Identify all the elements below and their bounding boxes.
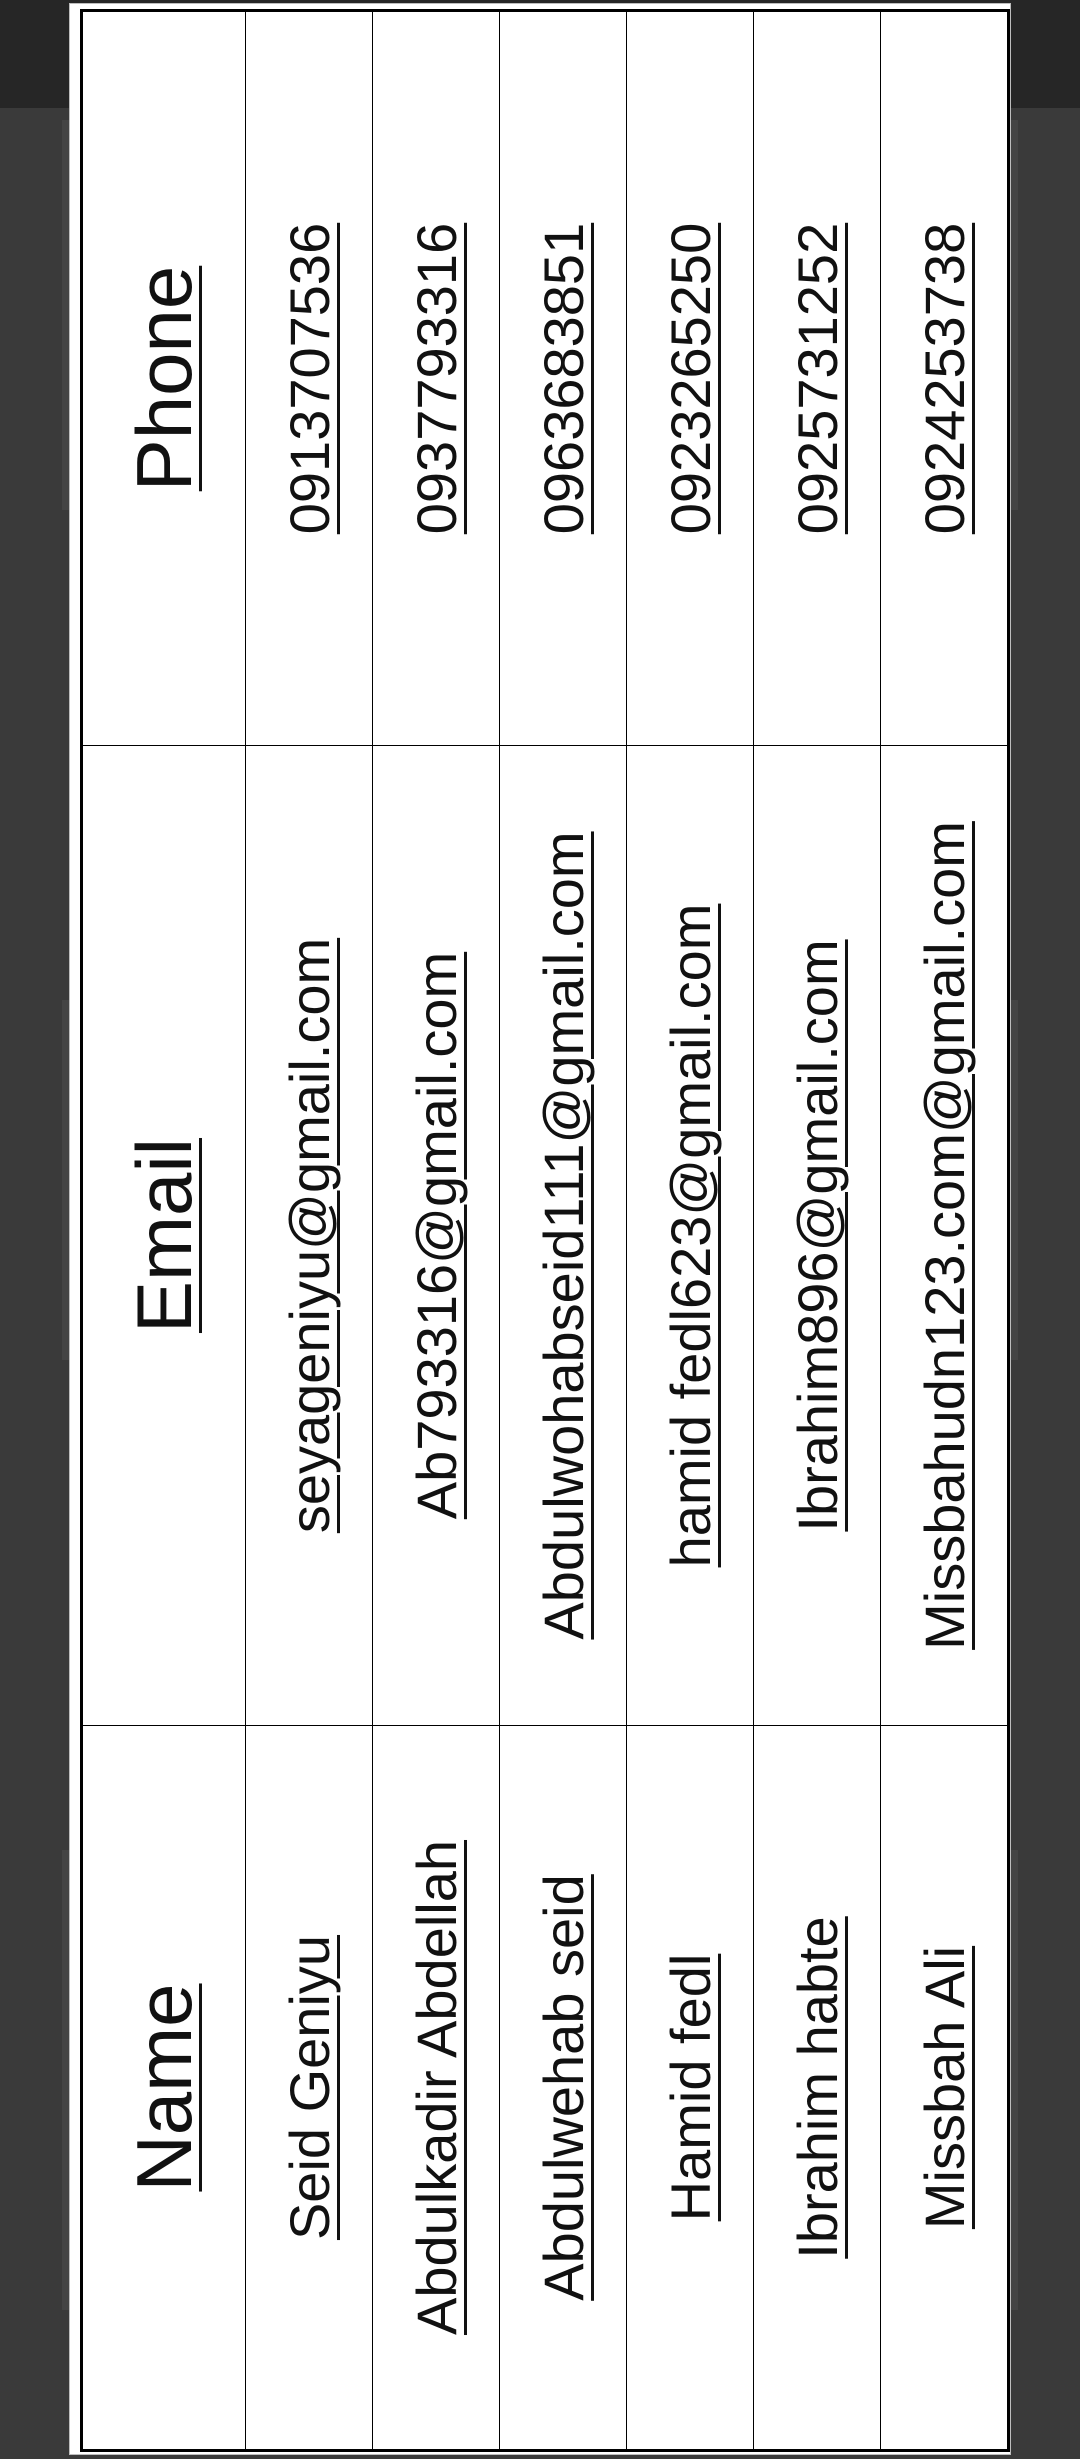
table-row: Seid Geniyu seyageniyu@gmail.com 0913707… [245,10,373,2451]
table-header-row: Name Email Phone [81,10,246,2451]
phone-text: 0913707536 [277,222,341,535]
phone-cell: 0937793316 [372,10,500,746]
email-cell: Ibrahim896@gmail.com [753,745,881,1726]
column-header-name: Name [81,1725,246,2451]
name-cell: Ibrahim habte [753,1725,881,2451]
table-row: Hamid fedl hamid fedl623@gmail.com 09232… [626,10,754,2451]
phone-cell: 0913707536 [245,10,373,746]
email-cell: Missbahudn123.com@gmail.com [880,745,1009,1726]
phone-cell: 0925731252 [753,10,881,746]
rotated-table-wrapper: Name Email Phone Seid Geniyu seyageniyu@… [80,9,1010,2452]
name-cell: Abdulkadir Abdellah [372,1725,500,2451]
header-label: Phone [119,265,208,492]
table-row: Missbah Ali Missbahudn123.com@gmail.com … [880,10,1009,2451]
phone-text: 0963683851 [531,222,595,535]
email-text: Ibrahim896@gmail.com [785,939,849,1532]
phone-cell: 0963683851 [499,10,627,746]
table-row: Abdulwehab seid Abdulwohabseid111@gmail.… [499,10,627,2451]
phone-text: 0925731252 [785,222,849,535]
email-text: hamid fedl623@gmail.com [658,903,722,1568]
phone-cell: 0923265250 [626,10,754,746]
document-page: Name Email Phone Seid Geniyu seyageniyu@… [70,4,1010,2454]
email-cell: hamid fedl623@gmail.com [626,745,754,1726]
email-text: Ab793316@gmail.com [404,951,468,1520]
name-text: Missbah Ali [912,1945,976,2230]
name-cell: Hamid fedl [626,1725,754,2451]
phone-text: 0924253738 [912,222,976,535]
email-text: Abdulwohabseid111@gmail.com [531,831,595,1640]
name-cell: Seid Geniyu [245,1725,373,2451]
name-text: Ibrahim habte [785,1916,849,2259]
phone-text: 0937793316 [404,222,468,535]
table-row: Ibrahim habte Ibrahim896@gmail.com 09257… [753,10,881,2451]
column-header-phone: Phone [81,10,246,746]
table-row: Abdulkadir Abdellah Ab793316@gmail.com 0… [372,10,500,2451]
column-header-email: Email [81,745,246,1726]
name-text: Abdulwehab seid [531,1874,595,2301]
phone-text: 0923265250 [658,222,722,535]
email-cell: seyageniyu@gmail.com [245,745,373,1726]
name-text: Seid Geniyu [277,1934,341,2241]
name-text: Abdulkadir Abdellah [404,1839,468,2336]
name-cell: Missbah Ali [880,1725,1009,2451]
email-cell: Abdulwohabseid111@gmail.com [499,745,627,1726]
email-text: seyageniyu@gmail.com [277,937,341,1534]
name-cell: Abdulwehab seid [499,1725,627,2451]
header-label: Name [119,1983,208,2192]
contacts-table: Name Email Phone Seid Geniyu seyageniyu@… [80,9,1010,2452]
email-cell: Ab793316@gmail.com [372,745,500,1726]
phone-cell: 0924253738 [880,10,1009,746]
email-text: Missbahudn123.com@gmail.com [912,821,976,1650]
name-text: Hamid fedl [658,1953,722,2222]
header-label: Email [119,1137,208,1334]
